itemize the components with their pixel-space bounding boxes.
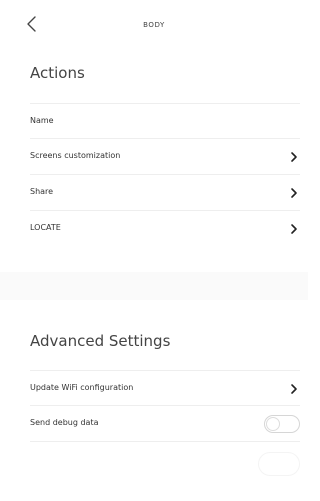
name-row[interactable]: Name xyxy=(30,103,300,139)
screens-customization-row[interactable]: Screens customization xyxy=(30,139,300,175)
actions-list: Name Screens customization Share LOCATE xyxy=(30,103,300,247)
chevron-right-icon xyxy=(290,223,298,235)
chevron-right-icon xyxy=(290,151,298,163)
navigation-bar: BODY xyxy=(0,0,308,50)
share-label: Share xyxy=(30,187,54,196)
actions-section-title: Actions xyxy=(30,64,85,82)
locate-row[interactable]: LOCATE xyxy=(30,211,300,247)
send-debug-data-label: Send debug data xyxy=(30,418,99,427)
name-label: Name xyxy=(30,116,54,125)
chevron-right-icon xyxy=(290,383,298,395)
locate-label: LOCATE xyxy=(30,223,61,232)
faded-toggle-remnant xyxy=(258,452,300,476)
send-debug-data-toggle[interactable] xyxy=(264,415,300,433)
advanced-list: Update WiFi configuration Send debug dat… xyxy=(30,370,300,442)
update-wifi-label: Update WiFi configuration xyxy=(30,383,134,392)
page-title: BODY xyxy=(143,21,165,29)
toggle-knob xyxy=(266,417,280,431)
screens-customization-label: Screens customization xyxy=(30,151,121,160)
send-debug-data-row: Send debug data xyxy=(30,406,300,442)
share-row[interactable]: Share xyxy=(30,175,300,211)
advanced-section-title: Advanced Settings xyxy=(30,332,171,350)
chevron-right-icon xyxy=(290,187,298,199)
update-wifi-row[interactable]: Update WiFi configuration xyxy=(30,370,300,406)
section-separator xyxy=(0,272,308,300)
